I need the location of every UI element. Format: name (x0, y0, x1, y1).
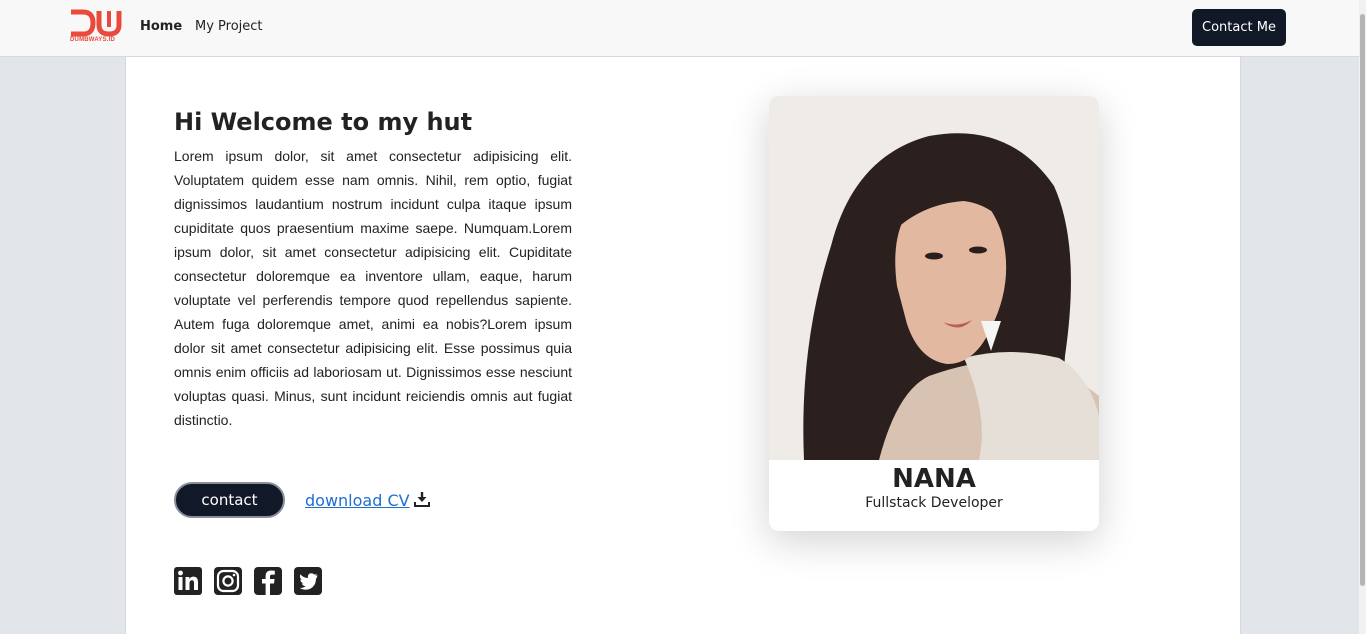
twitter-icon[interactable] (293, 566, 323, 596)
contact-me-button[interactable]: Contact Me (1192, 9, 1286, 46)
hero-title: Hi Welcome to my hut (174, 108, 473, 136)
dumbways-logo[interactable]: DUMBWAYS.ID (69, 9, 123, 45)
nav-my-project-link[interactable]: My Project (195, 19, 263, 34)
instagram-icon[interactable] (213, 566, 243, 596)
download-cv-link[interactable]: download CV (305, 491, 410, 510)
profile-photo (769, 96, 1099, 460)
nav-home-link[interactable]: Home (140, 19, 182, 34)
logo-mark-icon (71, 9, 122, 37)
contact-button[interactable]: contact (174, 482, 285, 518)
logo-text: DUMBWAYS.ID (70, 37, 115, 43)
download-icon[interactable] (414, 491, 430, 507)
facebook-icon[interactable] (253, 566, 283, 596)
profile-card: NANA Fullstack Developer (769, 96, 1099, 531)
scrollbar-thumb[interactable] (1360, 14, 1365, 586)
hero-description: Lorem ipsum dolor, sit amet consectetur … (174, 148, 572, 428)
profile-name: NANA (892, 464, 976, 494)
profile-role: Fullstack Developer (865, 495, 1003, 511)
linkedin-icon[interactable] (173, 566, 203, 596)
navbar: DUMBWAYS.ID Home My Project Contact Me (0, 0, 1366, 57)
